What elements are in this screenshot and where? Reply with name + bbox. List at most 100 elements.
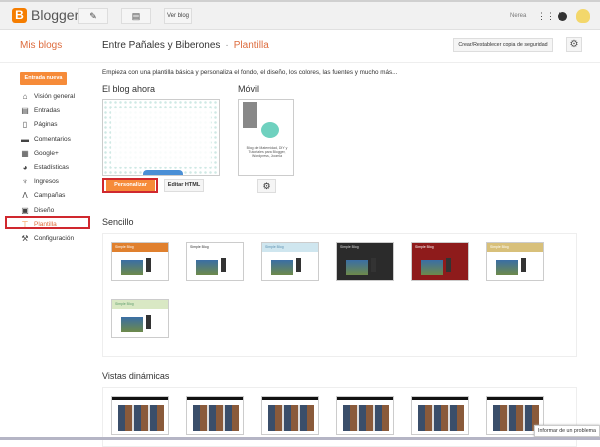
pencil-icon: ✎ xyxy=(89,11,97,21)
template-sidebar xyxy=(296,258,301,272)
gear-icon: ⚙ xyxy=(569,39,579,50)
sidebar-item-posts[interactable]: ▤ Entradas xyxy=(20,104,75,118)
intro-text: Empieza con una plantilla básica y perso… xyxy=(102,69,398,76)
template-thumbnail[interactable]: Simple Blog xyxy=(411,242,469,281)
user-name: Nerea xyxy=(510,13,527,19)
dynamic-view-thumbnail[interactable] xyxy=(336,396,394,435)
new-post-button[interactable]: Entrada nueva xyxy=(20,72,67,85)
template-photo xyxy=(193,405,239,431)
template-header xyxy=(337,397,393,400)
pages-icon: ▯ xyxy=(22,120,28,130)
template-header xyxy=(112,397,168,400)
brand-name[interactable]: Blogger xyxy=(31,7,79,23)
sidebar-item-overview[interactable]: ⌂ Visión general xyxy=(20,90,76,104)
notifications-icon[interactable] xyxy=(558,12,567,21)
sidebar-item-label: Estadísticas xyxy=(34,164,70,172)
sidebar-item-stats[interactable]: ◕ Estadísticas xyxy=(20,161,75,175)
template-title: Simple Blog xyxy=(112,300,168,309)
posts-icon: ▤ xyxy=(21,106,29,116)
blog-name[interactable]: Entre Pañales y Biberones xyxy=(102,40,220,51)
home-icon: ⌂ xyxy=(22,92,28,102)
template-photo xyxy=(346,260,368,275)
template-sidebar xyxy=(146,258,151,272)
comments-icon: ▬ xyxy=(21,134,29,144)
template-sidebar xyxy=(221,258,226,272)
sidebar-item-settings[interactable]: ⚒ Configuración xyxy=(20,232,75,246)
report-problem-button[interactable]: Informar de un problema xyxy=(534,425,600,437)
template-title: Simple Blog xyxy=(187,243,243,252)
template-sidebar xyxy=(146,315,151,329)
view-blog-button[interactable]: Ver blog xyxy=(164,8,192,24)
template-thumbnail[interactable]: Simple Blog xyxy=(111,242,169,281)
divider xyxy=(0,62,600,63)
template-photo xyxy=(496,260,518,275)
google-plus-icon: ▦ xyxy=(21,148,29,158)
dynamic-view-thumbnail[interactable] xyxy=(186,396,244,435)
gear-icon: ⚙ xyxy=(262,181,271,191)
sidebar-item-label: Diseño xyxy=(34,206,55,214)
template-sidebar xyxy=(446,258,451,272)
sidebar-item-comments[interactable]: ▬ Comentarios xyxy=(20,133,75,147)
dynamic-view-thumbnail[interactable] xyxy=(411,396,469,435)
template-photo xyxy=(418,405,464,431)
breadcrumb: Entre Pañales y Biberones · Plantilla xyxy=(102,40,269,51)
template-header xyxy=(412,397,468,400)
dynamic-view-thumbnail[interactable] xyxy=(261,396,319,435)
template-thumbnail[interactable]: Simple Blog xyxy=(186,242,244,281)
document-icon: ▤ xyxy=(131,11,141,21)
template-thumbnail[interactable]: Simple Blog xyxy=(336,242,394,281)
mobile-heading: Móvil xyxy=(238,84,260,94)
simple-heading: Sencillo xyxy=(102,217,134,227)
breadcrumb-separator: · xyxy=(225,40,229,51)
template-photo xyxy=(343,405,389,431)
sidebar-item-label: Comentarios xyxy=(34,135,71,143)
template-title: Simple Blog xyxy=(112,243,168,252)
edit-html-button[interactable]: Editar HTML xyxy=(164,179,204,192)
template-thumbnail[interactable]: Simple Blog xyxy=(486,242,544,281)
posts-list-button[interactable]: ▤ xyxy=(121,8,151,24)
template-photo xyxy=(268,405,314,431)
mobile-template-preview[interactable]: Blog de Maternidad, DIY y Tutoriales par… xyxy=(238,99,294,176)
layout-icon: ▣ xyxy=(21,205,29,215)
template-sidebar xyxy=(371,258,376,272)
backup-button[interactable]: Crear/Restablecer copia de seguridad xyxy=(453,38,553,52)
highlight-box xyxy=(5,216,90,229)
sidebar-item-label: Entradas xyxy=(34,107,61,115)
template-header xyxy=(187,397,243,400)
my-blogs-link[interactable]: Mis blogs xyxy=(20,40,62,51)
campaigns-icon: Λ xyxy=(22,191,28,201)
template-thumbnail[interactable]: Simple Blog xyxy=(261,242,319,281)
template-photo xyxy=(271,260,293,275)
sidebar-item-pages[interactable]: ▯ Páginas xyxy=(20,118,75,132)
mobile-settings-button[interactable]: ⚙ xyxy=(257,179,276,193)
dynamic-view-thumbnail[interactable] xyxy=(111,396,169,435)
sidebar-item-earnings[interactable]: ♆ Ingresos xyxy=(20,175,75,189)
template-title: Simple Blog xyxy=(487,243,543,252)
template-header xyxy=(487,397,543,400)
sidebar-item-campaigns[interactable]: Λ Campañas xyxy=(20,189,75,203)
template-title: Simple Blog xyxy=(412,243,468,252)
stats-icon: ◕ xyxy=(22,163,28,173)
sidebar-item-label: Campañas xyxy=(34,192,66,200)
sidebar-item-label: Páginas xyxy=(34,121,58,129)
sidebar-item-google-plus[interactable]: ▦ Google+ xyxy=(20,147,75,161)
sidebar-item-label: Configuración xyxy=(34,234,75,242)
template-photo xyxy=(493,405,539,431)
template-thumbnail[interactable]: Simple Blog xyxy=(111,299,169,338)
avatar[interactable] xyxy=(576,9,590,23)
sidebar-item-label: Visión general xyxy=(34,93,76,101)
top-bar: B Blogger ✎ ▤ Ver blog Nerea ⋮⋮⋮ xyxy=(0,0,600,30)
blogger-logo-icon[interactable]: B xyxy=(12,8,27,23)
template-photo xyxy=(121,260,143,275)
current-template-preview[interactable] xyxy=(102,99,220,176)
simple-templates-panel: Simple Blog Simple Blog Simple Blog Simple … xyxy=(102,233,577,357)
template-title: Simple Blog xyxy=(337,243,393,252)
customize-button[interactable]: Personalizar xyxy=(106,180,155,191)
sidebar-item-label: Ingresos xyxy=(34,178,59,186)
sidebar-item-label: Google+ xyxy=(34,149,59,157)
new-post-pencil-button[interactable]: ✎ xyxy=(78,8,108,24)
template-sidebar xyxy=(521,258,526,272)
settings-button[interactable]: ⚙ xyxy=(566,37,582,52)
dynamic-views-heading: Vistas dinámicas xyxy=(102,371,170,381)
template-photo xyxy=(118,405,164,431)
